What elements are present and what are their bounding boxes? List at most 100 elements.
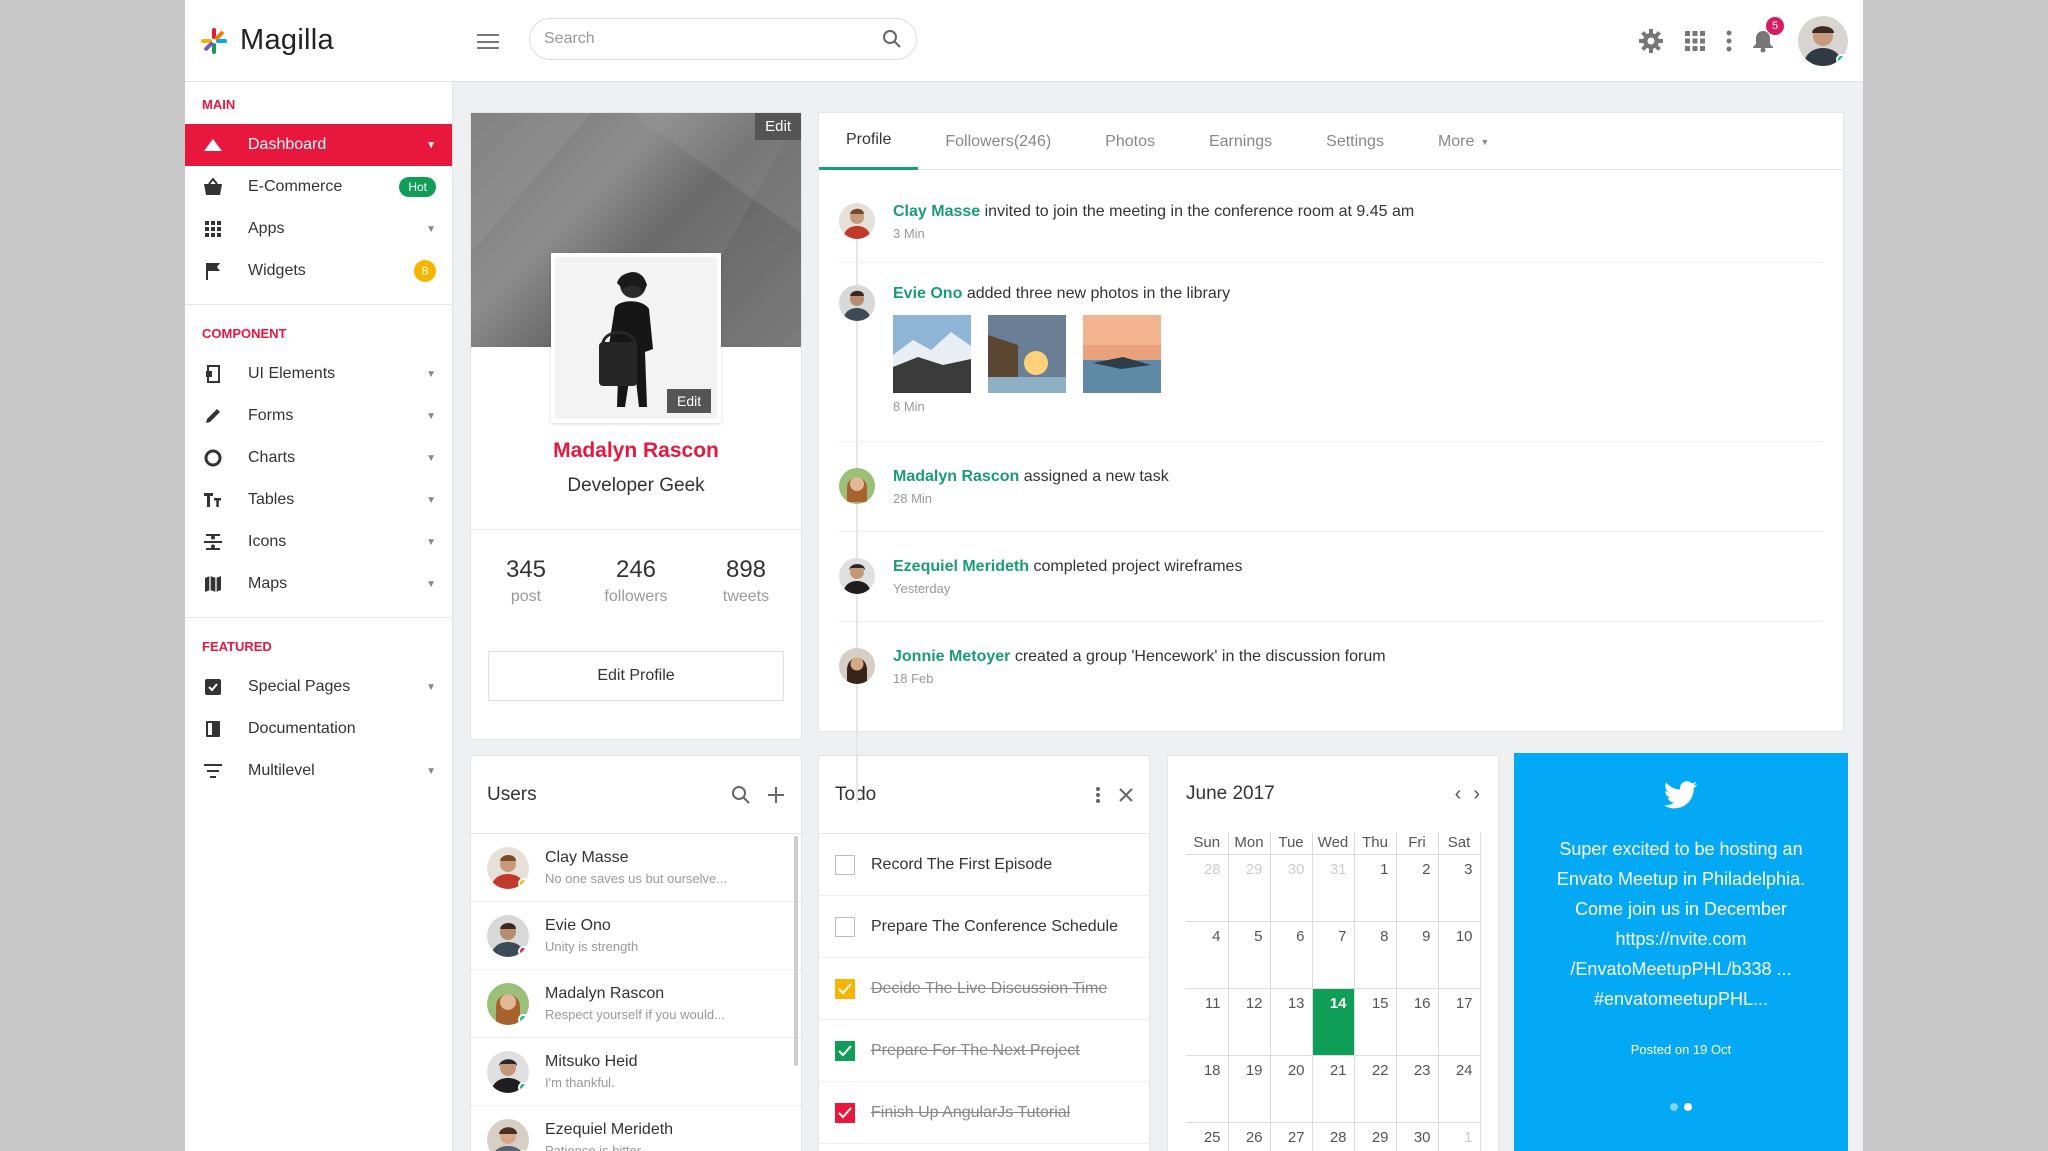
tweet-link[interactable]: https://nvite.com xyxy=(1524,924,1838,954)
calendar-day[interactable]: 1 xyxy=(1354,854,1397,922)
feed-user-link[interactable]: Evie Ono xyxy=(893,285,962,302)
calendar-day[interactable]: 17 xyxy=(1438,988,1481,1056)
tab-photos[interactable]: Photos xyxy=(1078,113,1182,170)
search-icon[interactable] xyxy=(731,785,751,805)
sidebar-item-documentation[interactable]: Documentation xyxy=(185,708,452,750)
tab-more[interactable]: More ▼ xyxy=(1411,113,1516,170)
sidebar-item-ui-elements[interactable]: UI Elements ▼ xyxy=(185,353,452,395)
search-input[interactable] xyxy=(544,30,882,48)
apps-grid-icon[interactable] xyxy=(1684,30,1706,52)
photo-thumbnail[interactable] xyxy=(1083,315,1161,393)
photo-thumbnail[interactable] xyxy=(988,315,1066,393)
todo-checkbox-checked[interactable] xyxy=(835,1102,855,1123)
calendar-day[interactable]: 27 xyxy=(1270,1122,1313,1151)
calendar-day[interactable]: 15 xyxy=(1354,988,1397,1056)
calendar-day[interactable]: 8 xyxy=(1354,921,1397,989)
todo-checkbox[interactable] xyxy=(835,854,855,875)
sidebar-item-multilevel[interactable]: Multilevel ▼ xyxy=(185,750,452,792)
sidebar-item-charts[interactable]: Charts ▼ xyxy=(185,437,452,479)
calendar-day[interactable]: 28 xyxy=(1312,1122,1355,1151)
calendar-day[interactable]: 18 xyxy=(1186,1055,1229,1123)
tab-settings[interactable]: Settings xyxy=(1299,113,1411,170)
calendar-day[interactable]: 9 xyxy=(1396,921,1439,989)
sidebar-item-tables[interactable]: Tables ▼ xyxy=(185,479,452,521)
calendar-day[interactable]: 24 xyxy=(1438,1055,1481,1123)
tab-earnings[interactable]: Earnings xyxy=(1182,113,1299,170)
calendar-day[interactable]: 30 xyxy=(1270,854,1313,922)
sidebar-item-widgets[interactable]: Widgets 8 xyxy=(185,250,452,292)
feed-avatar[interactable] xyxy=(839,203,875,239)
close-icon[interactable] xyxy=(1119,787,1133,802)
chevron-right-icon[interactable]: › xyxy=(1473,783,1480,806)
calendar-day[interactable]: 1 xyxy=(1438,1122,1481,1151)
feed-avatar[interactable] xyxy=(839,468,875,504)
todo-item[interactable]: Record The First Episode xyxy=(819,834,1149,896)
sidebar-item-ecommerce[interactable]: E-Commerce Hot xyxy=(185,166,452,208)
calendar-day[interactable]: 19 xyxy=(1228,1055,1271,1123)
calendar-day[interactable]: 22 xyxy=(1354,1055,1397,1123)
search-icon[interactable] xyxy=(882,29,902,49)
tweet-hashtag[interactable]: #envatomeetupPHL... xyxy=(1524,984,1838,1014)
feed-user-link[interactable]: Ezequiel Merideth xyxy=(893,558,1029,575)
sidebar-item-icons[interactable]: Icons ▼ xyxy=(185,521,452,563)
feed-avatar[interactable] xyxy=(839,285,875,321)
calendar-day[interactable]: 31 xyxy=(1312,854,1355,922)
tab-followers[interactable]: Followers(246) xyxy=(918,113,1078,170)
sidebar-item-forms[interactable]: Forms ▼ xyxy=(185,395,452,437)
calendar-day[interactable]: 13 xyxy=(1270,988,1313,1056)
calendar-day[interactable]: 11 xyxy=(1186,988,1229,1056)
tab-profile[interactable]: Profile xyxy=(819,113,919,170)
sidebar-item-dashboard[interactable]: Dashboard ▼ xyxy=(185,124,452,166)
user-avatar[interactable] xyxy=(1798,16,1848,66)
calendar-day[interactable]: 25 xyxy=(1186,1122,1229,1151)
chevron-left-icon[interactable]: ‹ xyxy=(1455,783,1462,806)
user-list-item[interactable]: Clay Masse No one saves us but ourselve..… xyxy=(471,834,801,902)
calendar-day[interactable]: 29 xyxy=(1354,1122,1397,1151)
calendar-day[interactable]: 5 xyxy=(1228,921,1271,989)
calendar-day[interactable]: 6 xyxy=(1270,921,1313,989)
user-list-item[interactable]: Mitsuko Heid I'm thankful. xyxy=(471,1038,801,1106)
user-list-item[interactable]: Madalyn Rascon Respect yourself if you wo… xyxy=(471,970,801,1038)
user-list-item[interactable]: Evie Ono Unity is strength xyxy=(471,902,801,970)
edit-profile-button[interactable]: Edit Profile xyxy=(488,651,784,701)
settings-gear-icon[interactable] xyxy=(1638,28,1664,54)
calendar-day[interactable]: 2 xyxy=(1396,854,1439,922)
notification-bell-icon[interactable]: 5 xyxy=(1752,17,1784,53)
sidebar-item-apps[interactable]: Apps ▼ xyxy=(185,208,452,250)
more-vertical-icon[interactable] xyxy=(1095,786,1101,803)
add-icon[interactable] xyxy=(767,786,785,804)
feed-user-link[interactable]: Jonnie Metoyer xyxy=(893,648,1010,665)
calendar-day[interactable]: 3 xyxy=(1438,854,1481,922)
todo-checkbox-checked[interactable] xyxy=(835,978,855,999)
todo-item[interactable]: Decide The Live Discussion Time xyxy=(819,958,1149,1020)
calendar-day[interactable]: 21 xyxy=(1312,1055,1355,1123)
edit-cover-button[interactable]: Edit xyxy=(755,113,801,140)
feed-avatar[interactable] xyxy=(839,648,875,684)
photo-thumbnail[interactable] xyxy=(893,315,971,393)
calendar-day[interactable]: 4 xyxy=(1186,921,1229,989)
calendar-day[interactable]: 30 xyxy=(1396,1122,1439,1151)
calendar-day[interactable]: 7 xyxy=(1312,921,1355,989)
todo-item[interactable]: Prepare The Conference Schedule xyxy=(819,896,1149,958)
calendar-day[interactable]: 26 xyxy=(1228,1122,1271,1151)
feed-user-link[interactable]: Clay Masse xyxy=(893,203,980,220)
calendar-day[interactable]: 28 xyxy=(1186,854,1229,922)
calendar-day[interactable]: 29 xyxy=(1228,854,1271,922)
carousel-dot[interactable] xyxy=(1670,1103,1678,1111)
calendar-day[interactable]: 12 xyxy=(1228,988,1271,1056)
sidebar-item-special-pages[interactable]: Special Pages ▼ xyxy=(185,666,452,708)
user-list-item[interactable]: Ezequiel Merideth Patience is bitter. xyxy=(471,1106,801,1151)
edit-photo-button[interactable]: Edit xyxy=(667,389,712,413)
calendar-day[interactable]: 23 xyxy=(1396,1055,1439,1123)
calendar-day[interactable]: 16 xyxy=(1396,988,1439,1056)
sidebar-item-maps[interactable]: Maps ▼ xyxy=(185,563,452,605)
tweet-link[interactable]: /EnvatoMeetupPHL/b338 ... xyxy=(1524,954,1838,984)
todo-item[interactable]: Finish Up AngularJs Tutorial xyxy=(819,1082,1149,1144)
calendar-day[interactable]: 20 xyxy=(1270,1055,1313,1123)
brand-logo[interactable]: Magilla xyxy=(200,24,334,57)
todo-item[interactable]: Prepare For The Next Project xyxy=(819,1020,1149,1082)
carousel-dot-active[interactable] xyxy=(1684,1103,1692,1111)
users-scrollbar[interactable] xyxy=(794,836,798,1066)
todo-checkbox-checked[interactable] xyxy=(835,1040,855,1061)
calendar-day-today[interactable]: 14 xyxy=(1312,988,1355,1056)
